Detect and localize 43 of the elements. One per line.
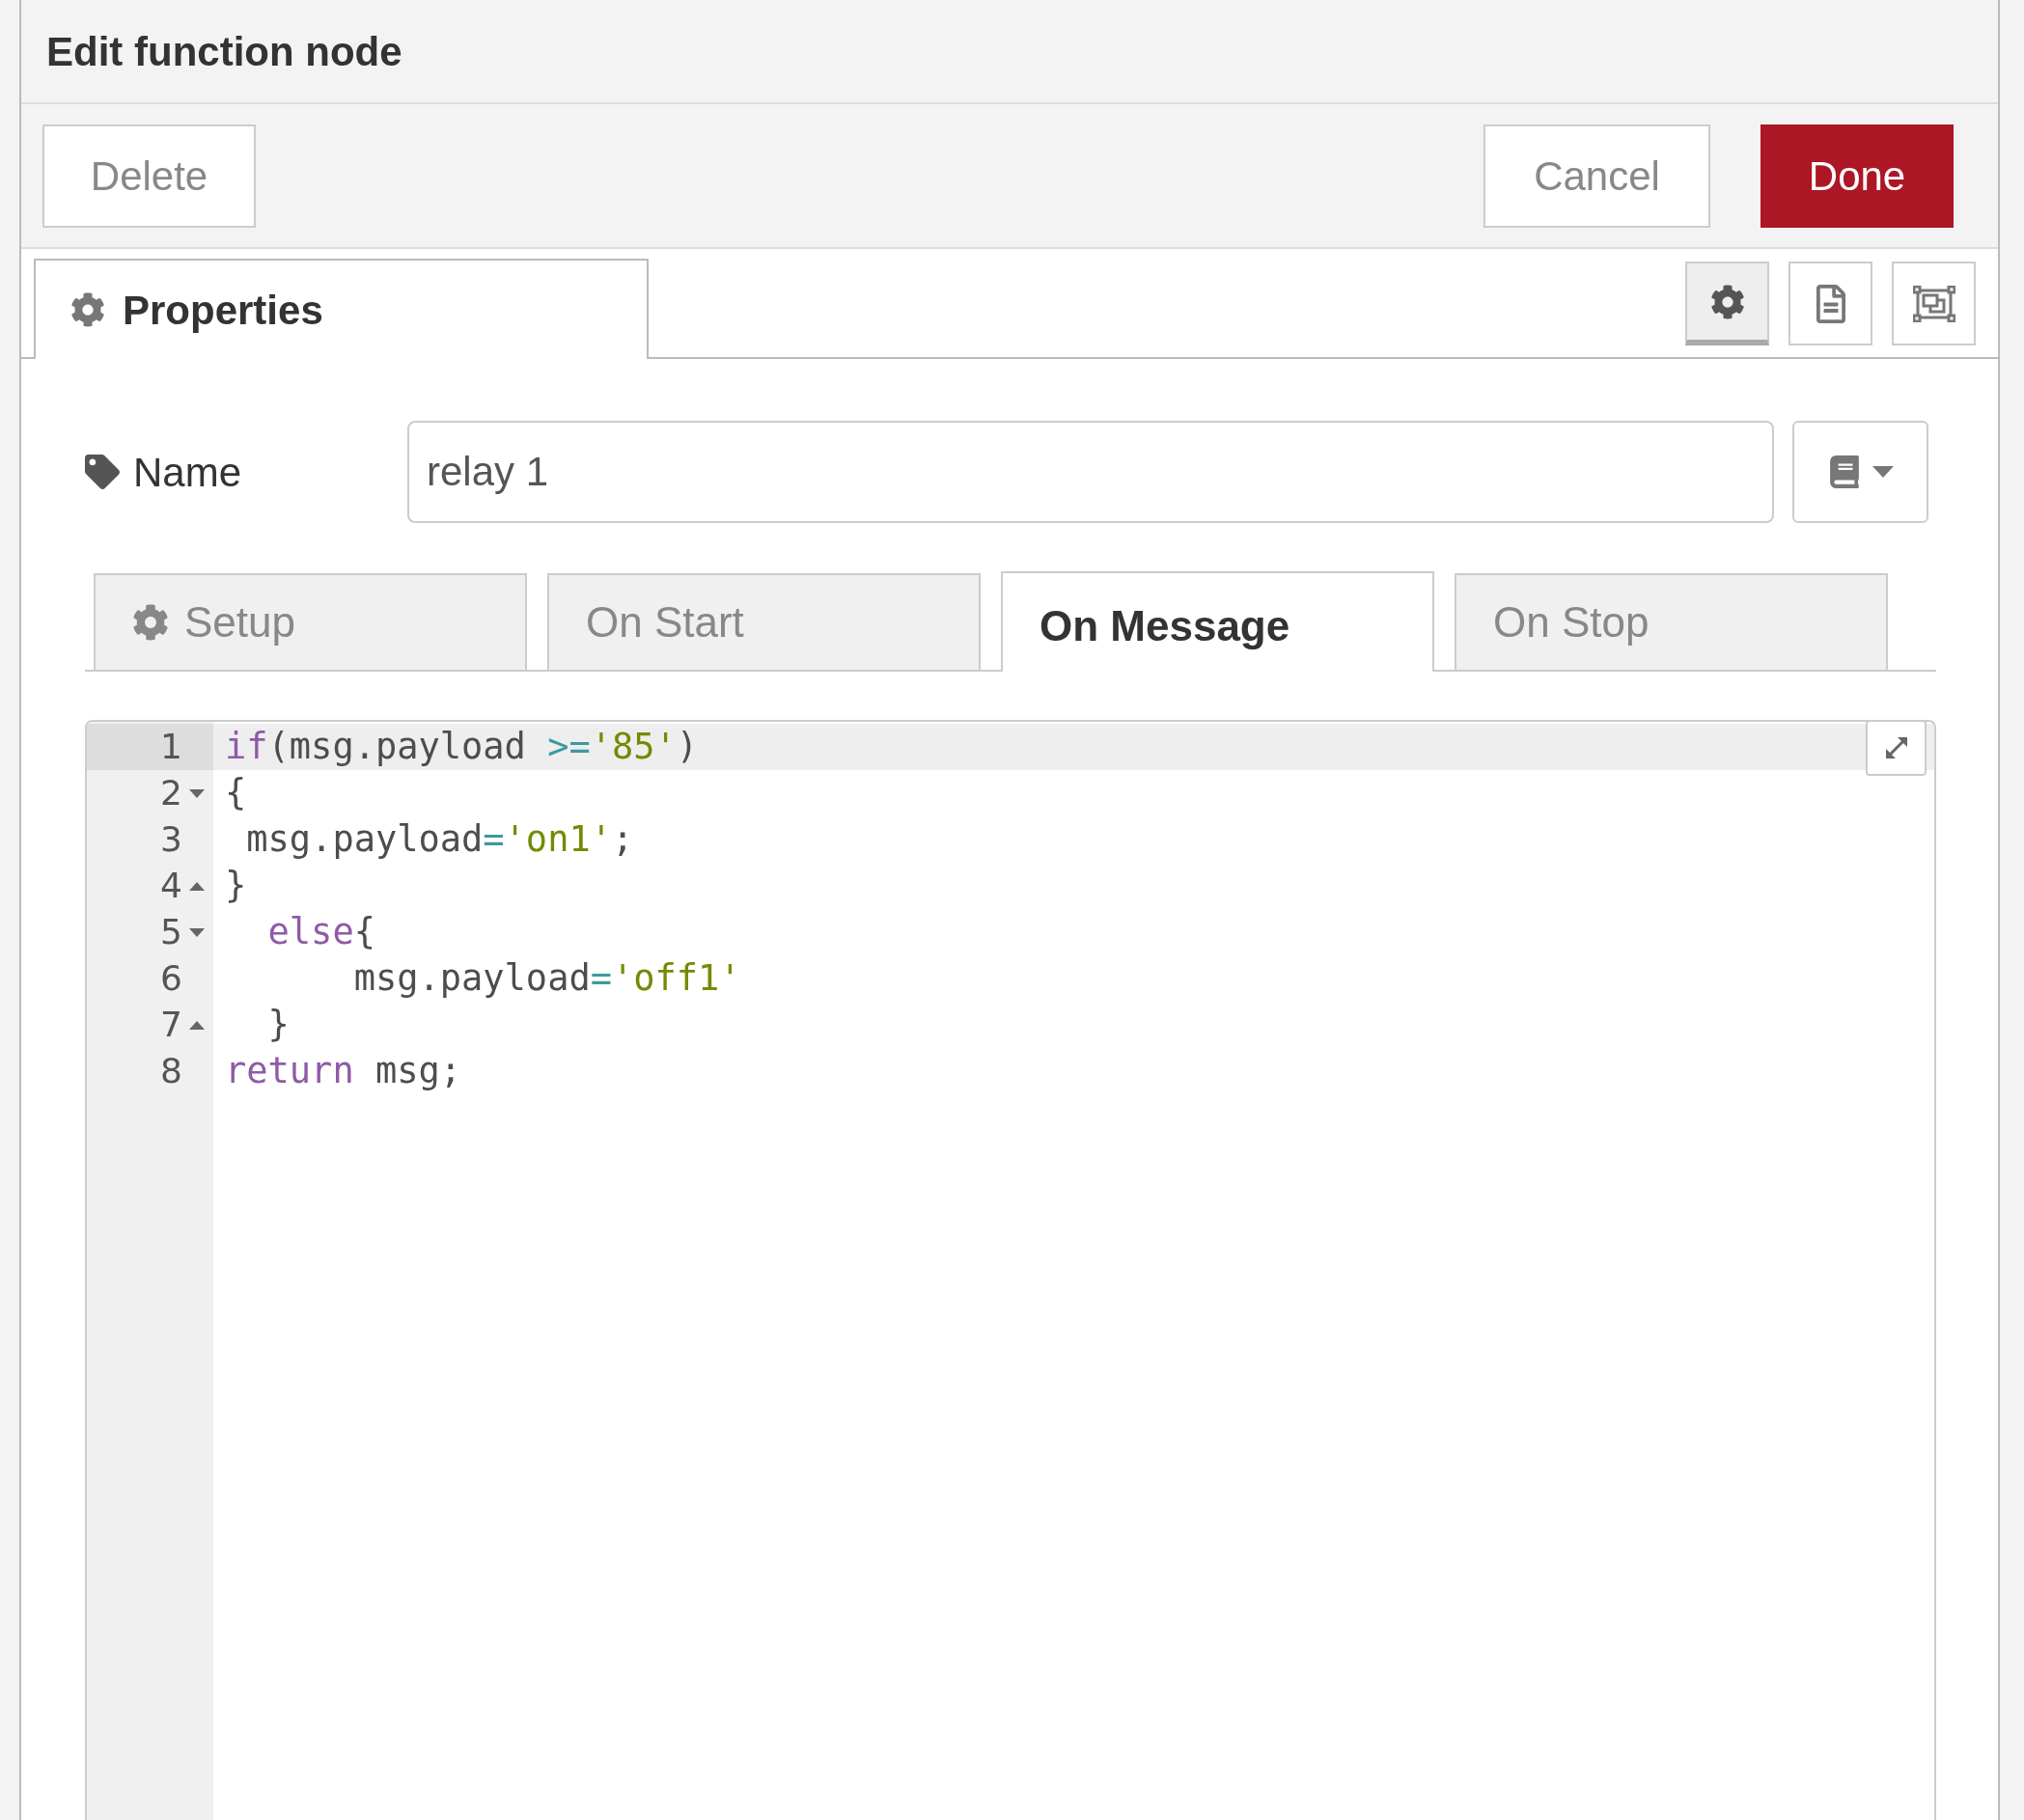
line-number: 6: [160, 957, 182, 1000]
library-button[interactable]: [1792, 421, 1928, 523]
code-line: if(msg.payload >='85'): [225, 725, 699, 770]
expand-button[interactable]: [1866, 722, 1927, 776]
settings-icon: [1709, 284, 1745, 319]
fold-arrow-icon[interactable]: [189, 881, 205, 891]
appearance-button[interactable]: [1892, 262, 1976, 345]
settings-icon: [70, 292, 105, 327]
code-tab[interactable]: On Message: [1001, 571, 1434, 672]
fold-arrow-icon[interactable]: [189, 1020, 205, 1030]
code-editor[interactable]: 1 2 3 4 5 6 7 8 if(msg.payload >='85') { msg.payload='on1'; } else{ msg.payload='off1' } return msg;: [85, 720, 1936, 1820]
description-button[interactable]: [1788, 262, 1872, 345]
settings-icon: [132, 604, 169, 641]
line-number: 8: [160, 1050, 182, 1092]
caret-icon: [1872, 466, 1894, 478]
code-line: else{: [266, 910, 375, 955]
line-number: 1: [160, 726, 182, 768]
fold-arrow-icon[interactable]: [189, 788, 205, 798]
line-number: 4: [160, 865, 182, 907]
tag-icon: [85, 455, 120, 489]
dialog-title: Edit function node: [46, 27, 402, 76]
line-number: 3: [160, 818, 182, 861]
fold-arrow-icon[interactable]: [189, 927, 205, 937]
cancel-button[interactable]: Cancel: [1483, 124, 1710, 228]
line-number: 7: [160, 1004, 182, 1046]
document-icon: [1815, 284, 1846, 323]
line-number: 5: [160, 911, 182, 953]
done-button[interactable]: Done: [1761, 124, 1954, 228]
code-line: msg.payload='off1': [352, 956, 741, 1002]
code-line: {: [225, 771, 247, 816]
frame-icon: [1912, 285, 1955, 322]
code-line: return msg;: [225, 1049, 462, 1094]
settings-button[interactable]: [1685, 262, 1769, 345]
code-line: msg.payload='on1';: [245, 817, 634, 863]
properties-tab[interactable]: Properties: [34, 259, 649, 359]
book-icon: [1827, 455, 1861, 488]
name-input[interactable]: relay 1: [407, 421, 1774, 523]
line-number: 2: [160, 772, 182, 814]
name-label: Name: [133, 448, 242, 497]
code-line: }: [266, 1003, 290, 1048]
expand-icon: [1883, 735, 1909, 760]
delete-button[interactable]: Delete: [42, 124, 256, 228]
code-line: }: [225, 864, 247, 909]
